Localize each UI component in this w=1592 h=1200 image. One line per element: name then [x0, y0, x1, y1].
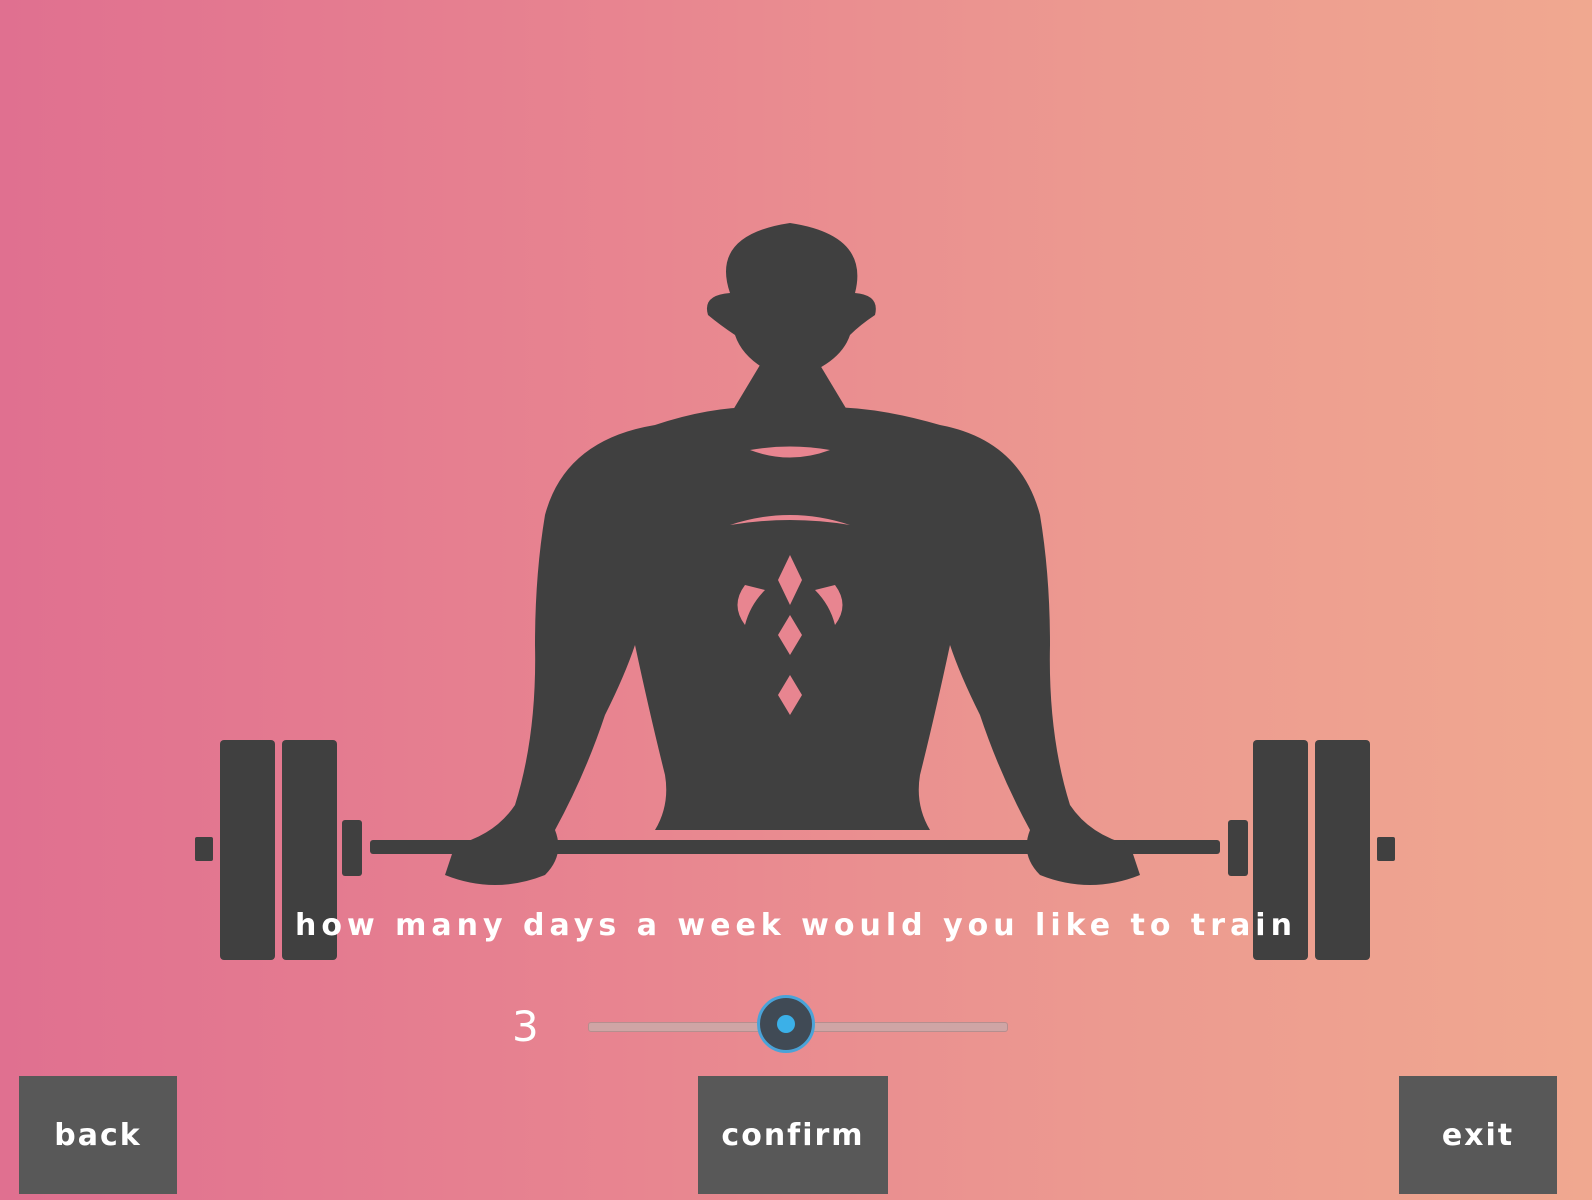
slider-thumb[interactable] — [757, 995, 815, 1053]
exit-button[interactable]: Exit — [1399, 1076, 1557, 1194]
back-button[interactable]: Back — [19, 1076, 177, 1194]
weightlifter-icon — [195, 223, 1395, 960]
days-slider-row: 3 — [0, 990, 1592, 1060]
confirm-button[interactable]: Confirm — [698, 1076, 888, 1194]
app-screen: How many days a week would you like to T… — [0, 0, 1592, 1200]
slider-value-label: 3 — [512, 1002, 539, 1051]
question-text: How many days a week would you like to T… — [295, 908, 1297, 943]
